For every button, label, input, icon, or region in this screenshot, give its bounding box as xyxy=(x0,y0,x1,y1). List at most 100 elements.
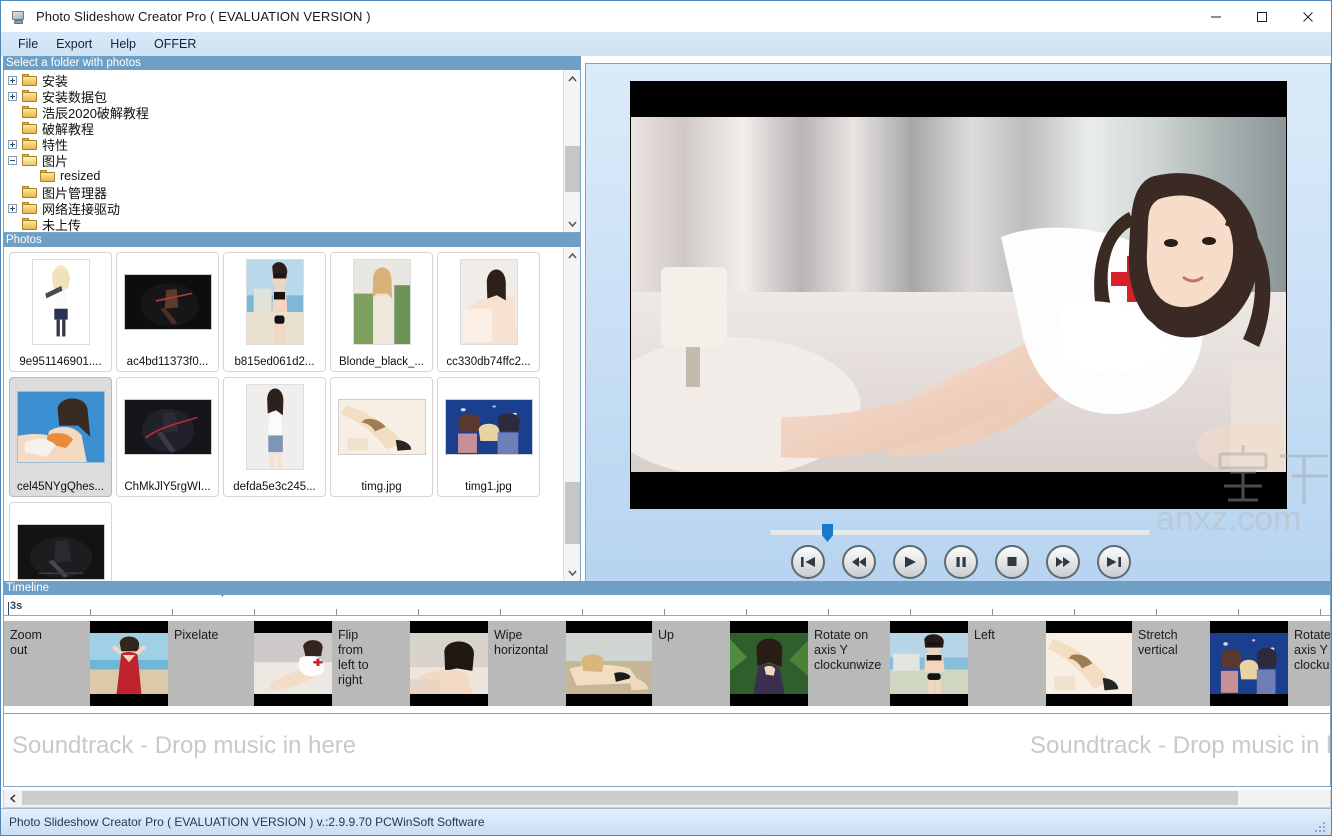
play-button[interactable] xyxy=(893,545,927,579)
folder-icon xyxy=(22,201,38,215)
timeline-photo-clip[interactable] xyxy=(1046,621,1132,706)
photo-thumbnail[interactable]: timg.jpg xyxy=(330,377,433,497)
folder-tree-item[interactable]: 未上传 xyxy=(4,216,562,232)
menu-item-file[interactable]: File xyxy=(9,34,47,54)
application-window: Photo Slideshow Creator Pro ( EVALUATION… xyxy=(0,0,1332,836)
scroll-down-icon[interactable] xyxy=(564,564,580,581)
timeline-clip-image xyxy=(1210,633,1288,694)
rewind-button[interactable] xyxy=(842,545,876,579)
scroll-thumb[interactable] xyxy=(565,146,580,192)
folder-icon xyxy=(22,73,38,87)
timeline-transition-clip[interactable]: Rotate on axis Y clockunwize xyxy=(808,621,894,706)
photo-thumbnail[interactable]: ChMkJlY5rgWI... xyxy=(116,377,219,497)
photo-thumbnail[interactable]: timg1.jpg xyxy=(437,377,540,497)
timeline-ruler[interactable]: 3s xyxy=(4,595,1330,616)
pause-button[interactable] xyxy=(944,545,978,579)
timeline-track[interactable]: Zoom out Pixelate Flip from left to right W… xyxy=(4,621,1330,706)
ruler-tick xyxy=(336,609,337,615)
ruler-tick xyxy=(172,609,173,615)
seek-handle[interactable] xyxy=(822,524,833,542)
expand-icon[interactable] xyxy=(8,75,17,85)
folder-tree-item[interactable]: 特性 xyxy=(4,136,562,153)
video-preview[interactable] xyxy=(630,81,1287,509)
expand-icon[interactable] xyxy=(8,91,17,101)
timeline-time-label: 3s xyxy=(10,600,23,612)
video-image xyxy=(631,117,1286,472)
folder-tree-item[interactable]: 破解教程 xyxy=(4,120,562,137)
maximize-button[interactable] xyxy=(1239,1,1285,32)
photo-thumbnail[interactable]: cel45NYgQhes... xyxy=(9,377,112,497)
photo-thumbnail-image xyxy=(14,508,107,581)
photo-thumbnail-image xyxy=(121,258,214,346)
photo-thumbnail-image xyxy=(335,383,428,471)
timeline-horizontal-scrollbar[interactable] xyxy=(3,790,1331,808)
timeline-transition-clip[interactable]: Rotate axis Y clockun xyxy=(1288,621,1330,706)
timeline-transition-clip[interactable]: Flip from left to right xyxy=(332,621,418,706)
skip-forward-button[interactable] xyxy=(1097,545,1131,579)
expand-icon[interactable] xyxy=(8,203,17,213)
close-button[interactable] xyxy=(1285,1,1331,32)
timeline-transition-clip[interactable]: Stretch vertical xyxy=(1132,621,1218,706)
photo-thumbnail[interactable] xyxy=(9,502,112,581)
soundtrack-drop-area[interactable]: Soundtrack - Drop music in here Soundtra… xyxy=(3,714,1331,787)
photo-thumbnail-caption: Blonde_black_... xyxy=(338,356,425,368)
timeline-clip-image xyxy=(90,633,168,694)
timeline-photo-clip[interactable] xyxy=(730,621,808,706)
scroll-thumb[interactable] xyxy=(22,791,1238,805)
menu-item-help[interactable]: Help xyxy=(101,34,145,54)
collapse-icon[interactable] xyxy=(8,155,17,165)
ruler-tick xyxy=(1320,609,1321,615)
timeline-photo-clip[interactable] xyxy=(254,621,332,706)
scroll-thumb[interactable] xyxy=(565,482,580,544)
scroll-down-icon[interactable] xyxy=(564,215,580,232)
playhead-marker[interactable] xyxy=(216,595,229,597)
photo-thumbnail-image xyxy=(442,383,535,471)
folder-tree-scrollbar[interactable] xyxy=(563,70,580,232)
timeline-transition-clip[interactable]: Pixelate xyxy=(168,621,254,706)
folder-tree-item[interactable]: 网络连接驱动 xyxy=(4,200,562,217)
photo-thumbnail[interactable]: Blonde_black_... xyxy=(330,252,433,372)
menu-item-export[interactable]: Export xyxy=(47,34,101,54)
ruler-tick xyxy=(1074,609,1075,615)
photo-thumbnail[interactable]: cc330db74ffc2... xyxy=(437,252,540,372)
folder-tree-item-label: 未上传 xyxy=(42,217,82,233)
seek-bar[interactable] xyxy=(770,524,1150,542)
menu-item-offer[interactable]: OFFER xyxy=(145,34,205,54)
fast-forward-button[interactable] xyxy=(1046,545,1080,579)
expand-icon[interactable] xyxy=(8,139,17,149)
window-title: Photo Slideshow Creator Pro ( EVALUATION… xyxy=(36,9,371,24)
photo-thumbnail-caption: b815ed061d2... xyxy=(234,356,315,368)
scroll-up-icon[interactable] xyxy=(564,247,580,264)
timeline-transition-clip[interactable]: Zoom out xyxy=(4,621,90,706)
folder-icon xyxy=(22,153,38,167)
minimize-button[interactable] xyxy=(1193,1,1239,32)
window-controls xyxy=(1193,1,1331,32)
timeline-photo-clip[interactable] xyxy=(566,621,652,706)
timeline-photo-clip[interactable] xyxy=(410,621,488,706)
photo-thumbnail[interactable]: ac4bd11373f0... xyxy=(116,252,219,372)
timeline-transition-clip[interactable]: Wipe horizontal xyxy=(488,621,574,706)
timeline-photo-clip[interactable] xyxy=(890,621,968,706)
photo-thumbnail[interactable]: 9e951146901.... xyxy=(9,252,112,372)
photo-grid[interactable]: 9e951146901.... ac4bd11373f0... b815ed061d… xyxy=(4,247,562,581)
photos-panel-header: Photos xyxy=(3,233,581,247)
timeline-transition-label: Stretch vertical xyxy=(1138,628,1178,657)
timeline-transition-label: Flip from left to right xyxy=(338,628,369,687)
resize-grip-icon[interactable] xyxy=(1315,820,1327,832)
timeline-transition-clip[interactable]: Left xyxy=(968,621,1054,706)
stop-button[interactable] xyxy=(995,545,1029,579)
scroll-up-icon[interactable] xyxy=(564,70,580,87)
folder-tree-item[interactable]: 图片 xyxy=(4,152,562,169)
photo-thumbnail[interactable]: b815ed061d2... xyxy=(223,252,326,372)
photo-thumbnail[interactable]: defda5e3c245... xyxy=(223,377,326,497)
timeline-photo-clip[interactable] xyxy=(1210,621,1288,706)
scroll-left-icon[interactable] xyxy=(4,790,21,806)
skip-back-button[interactable] xyxy=(791,545,825,579)
timeline-photo-clip[interactable] xyxy=(90,621,168,706)
photo-thumbnail-image xyxy=(121,383,214,471)
photos-panel: 9e951146901.... ac4bd11373f0... b815ed061d… xyxy=(3,247,581,582)
folder-tree[interactable]: 安装 安装数据包 浩辰2020破解教程 破解教程 特性 图片 resized 图片管理器 网络连… xyxy=(4,70,562,232)
photo-thumbnail-image xyxy=(14,383,107,471)
timeline-transition-clip[interactable]: Up xyxy=(652,621,738,706)
photos-scrollbar[interactable] xyxy=(563,247,580,581)
